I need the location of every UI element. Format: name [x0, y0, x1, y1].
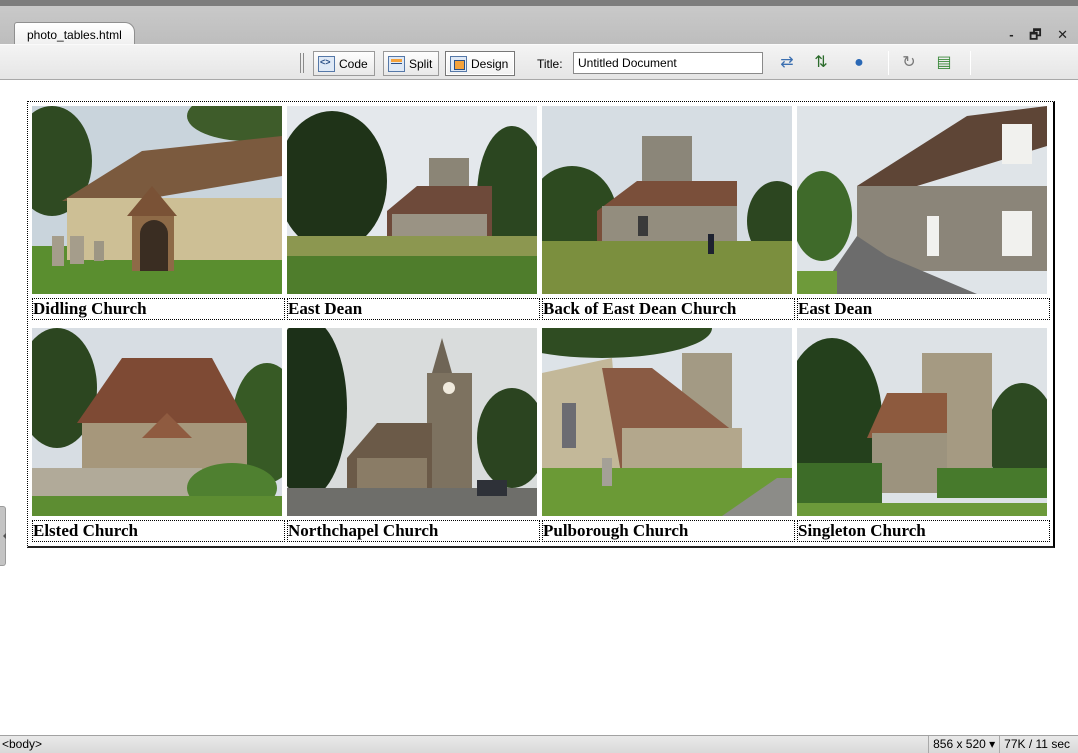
code-view-icon [318, 55, 335, 72]
title-label: Title: [537, 57, 563, 71]
photo-caption[interactable]: East Dean [287, 298, 540, 320]
back-of-east-dean-church-image [542, 106, 792, 294]
church-photo[interactable] [287, 106, 537, 294]
validate-icon[interactable]: ⇅ [807, 53, 835, 73]
northchapel-church-image [287, 328, 537, 516]
title-input[interactable] [573, 52, 763, 74]
photo-table[interactable]: Didling Church East Dean Back of East De… [27, 101, 1055, 548]
split-view-button[interactable]: Split [383, 51, 440, 76]
file-management-icon[interactable]: ⇄ [773, 53, 801, 73]
church-photo[interactable] [32, 328, 282, 516]
document-toolbar: Code Split Design Title: ⇄ ⇅ ● ↻ ▤ [0, 44, 1078, 80]
photo-caption[interactable]: Northchapel Church [287, 520, 540, 542]
photo-caption[interactable]: Elsted Church [32, 520, 285, 542]
code-view-button[interactable]: Code [313, 51, 375, 76]
church-photo[interactable] [32, 106, 282, 294]
panel-collapse-handle[interactable] [0, 506, 6, 566]
church-photo[interactable] [287, 328, 537, 516]
east-dean-cottages-image [797, 106, 1047, 294]
download-time: 77K / 11 sec [999, 736, 1074, 753]
church-photo[interactable] [797, 328, 1047, 516]
didling-church-image [32, 106, 282, 294]
split-view-icon [388, 55, 405, 72]
elsted-church-image [32, 328, 282, 516]
photo-caption[interactable]: Singleton Church [797, 520, 1050, 542]
preview-browser-icon[interactable]: ● [845, 53, 873, 73]
singleton-church-image [797, 328, 1047, 516]
refresh-icon[interactable]: ↻ [898, 53, 920, 73]
church-photo[interactable] [797, 106, 1047, 294]
status-bar: <body> 856 x 520 ▾ 77K / 11 sec [0, 735, 1078, 753]
tag-selector[interactable]: <body> [2, 736, 42, 753]
church-photo[interactable] [542, 328, 792, 516]
photo-caption[interactable]: Back of East Dean Church [542, 298, 795, 320]
design-view-label: Design [471, 56, 509, 71]
toolbar-separator [970, 51, 971, 75]
church-photo[interactable] [542, 106, 792, 294]
window-size-selector[interactable]: 856 x 520 ▾ [928, 736, 999, 753]
toolbar-separator [888, 51, 889, 75]
view-options-icon[interactable]: ▤ [930, 53, 958, 73]
east-dean-church-image [287, 106, 537, 294]
split-view-label: Split [409, 56, 433, 71]
pulborough-church-image [542, 328, 792, 516]
code-view-label: Code [339, 56, 368, 71]
design-view-button[interactable]: Design [445, 51, 516, 76]
close-icon[interactable]: ✕ [1057, 27, 1072, 43]
design-view-icon [450, 55, 467, 72]
status-info: 856 x 520 ▾ 77K / 11 sec [928, 736, 1074, 753]
minimize-icon[interactable]: - [1009, 27, 1017, 42]
photo-caption[interactable]: Didling Church [32, 298, 285, 320]
design-canvas[interactable]: Didling Church East Dean Back of East De… [0, 81, 1078, 735]
document-tab-bar: photo_tables.html - 🗗 ✕ [0, 0, 1078, 50]
toolbar-grip-icon[interactable] [300, 53, 306, 73]
photo-caption[interactable]: Pulborough Church [542, 520, 795, 542]
photo-caption[interactable]: East Dean [797, 298, 1050, 320]
